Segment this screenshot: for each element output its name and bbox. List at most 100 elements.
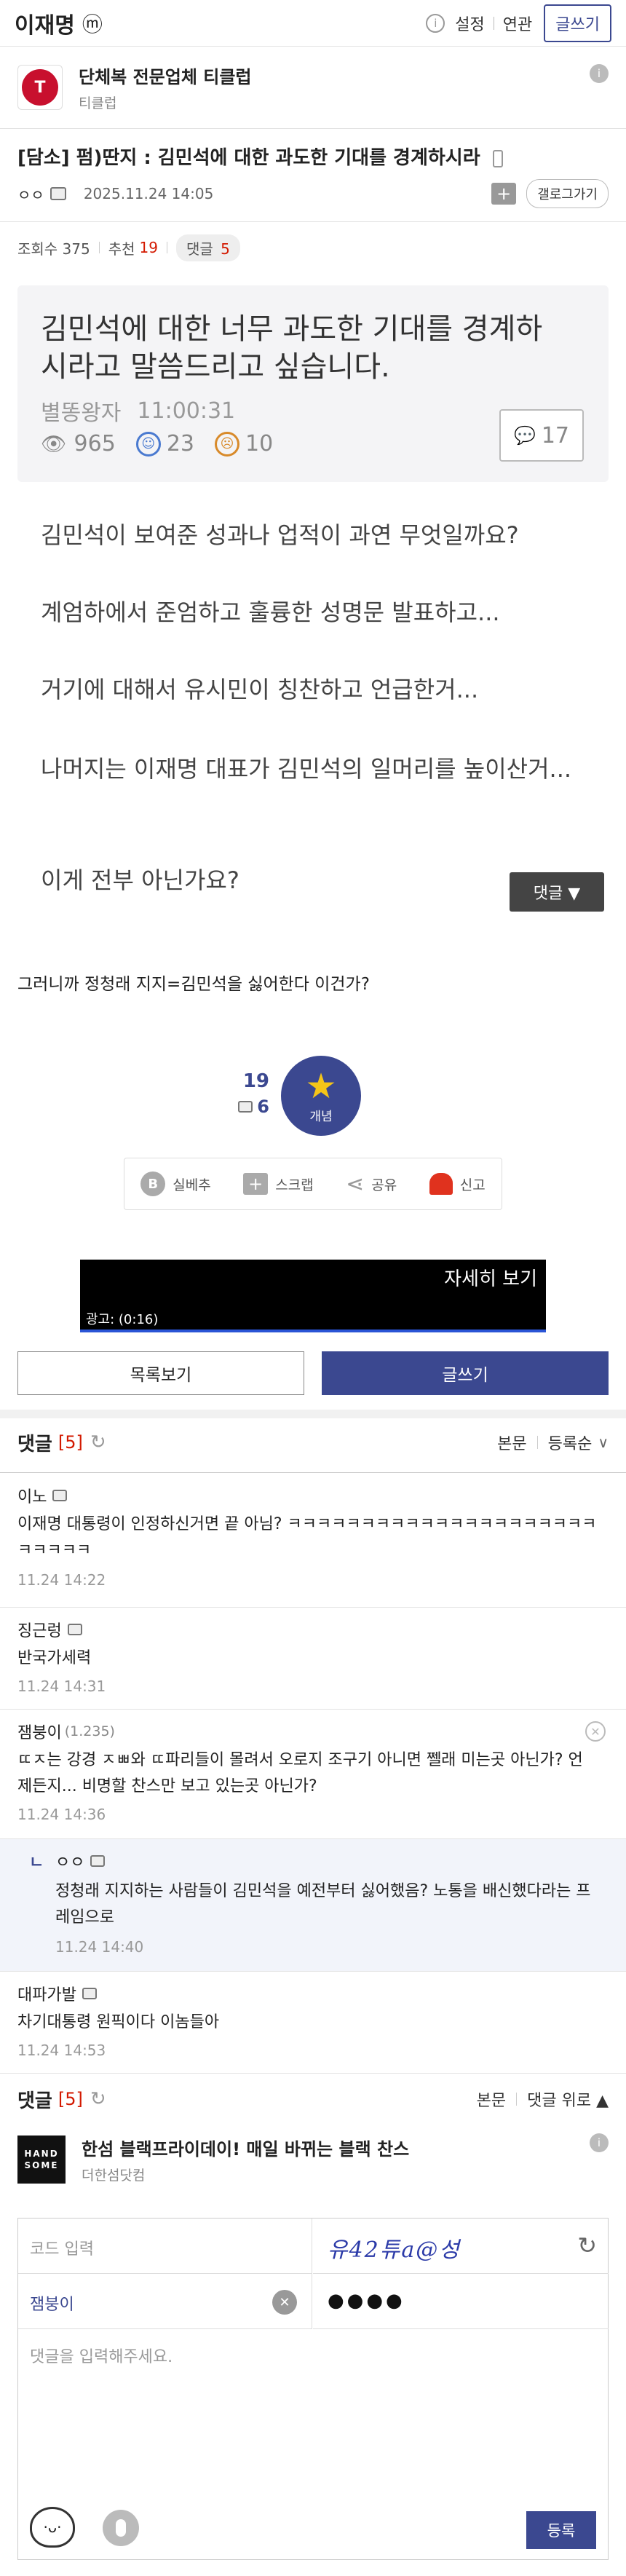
scroll-to-comments-link[interactable]: 댓글 위로 ▲ — [527, 2087, 609, 2111]
share-label: 공유 — [371, 1177, 397, 1193]
comment-item: 징근렁 반국가세력 11.24 14:31 — [0, 1608, 626, 1710]
comments-label: 댓글 — [17, 2090, 52, 2112]
embed-views: 965 — [74, 431, 116, 457]
gallog-icon[interactable] — [67, 1624, 82, 1635]
comment-item: 대파가발 차기대통령 원픽이다 이놈들아 11.24 14:53 — [0, 1972, 626, 2074]
clear-icon[interactable]: ✕ — [272, 2290, 297, 2315]
comment-text: 차기대통령 원픽이다 이놈들아 — [17, 2013, 220, 2031]
recommend-count: 19 — [139, 239, 158, 256]
concept-label: 개념 — [309, 1109, 333, 1124]
comment-time: 11.24 14:40 — [55, 1938, 144, 1956]
embed-line-1: 김민석이 보여준 성과나 업적이 과연 무엇일까요? — [41, 521, 519, 549]
comment-form: 코드 입력 유42튜a@성 ↻ 잼붕이 ✕ ●●●● 댓글을 입력해주세요. ·… — [17, 2218, 609, 2560]
silbest-button[interactable]: B 실베추 — [140, 1172, 211, 1196]
comment-textarea[interactable]: 댓글을 입력해주세요. — [18, 2329, 609, 2497]
comments-count: [5] — [58, 1432, 83, 1453]
related-link[interactable]: 연관 — [503, 12, 532, 35]
share-icon: ⋖ — [346, 1171, 365, 1197]
ad-title[interactable]: 한섬 블랙프라이데이! 매일 바뀌는 블랙 찬스 — [82, 2135, 409, 2160]
star-icon: ★ — [305, 1065, 337, 1107]
comments-count: [5] — [58, 2089, 83, 2109]
report-button[interactable]: 신고 — [429, 1173, 486, 1195]
body-link[interactable]: 본문 — [497, 1431, 526, 1454]
comment-author[interactable]: 징근렁 — [17, 1618, 62, 1641]
top-ad[interactable]: T 단체복 전문업체 티클럽 티클럽 i — [0, 52, 626, 122]
body-link[interactable]: 본문 — [477, 2087, 506, 2111]
refresh-icon[interactable]: ↻ — [90, 1431, 106, 1453]
comment-author[interactable]: 대파가발 — [17, 1982, 76, 2005]
comment-time: 11.24 14:36 — [17, 1806, 106, 1823]
gallog-icon[interactable] — [52, 1490, 68, 1501]
password-value: ●●●● — [328, 2290, 405, 2312]
list-button[interactable]: 목록보기 — [17, 1351, 304, 1395]
best-icon: B — [140, 1172, 166, 1196]
embed-header-box: 김민석에 대한 너무 과도한 기대를 경계하시라고 말씀드리고 싶습니다. 별똥… — [17, 285, 609, 482]
password-input[interactable]: ●●●● — [313, 2274, 609, 2329]
ad-detail-link[interactable]: 자세히 보기 — [444, 1264, 537, 1291]
add-icon[interactable]: + — [491, 183, 517, 205]
dislike-icon: ☹ — [215, 431, 239, 457]
minor-gallery-icon: ⓜ — [82, 12, 103, 36]
comments-footer: 댓글 [5] ↻ 본문 댓글 위로 ▲ — [17, 2081, 609, 2117]
ad-info-icon[interactable]: i — [590, 64, 609, 83]
refresh-captcha-icon[interactable]: ↻ — [577, 2232, 597, 2259]
submit-button[interactable]: 등록 — [526, 2511, 596, 2549]
section-gap — [0, 1410, 626, 1418]
comment-count-badge[interactable]: 댓글 5 — [176, 234, 240, 261]
ad-title[interactable]: 단체복 전문업체 티클럽 — [79, 63, 252, 88]
ad-subtitle: 더한섬닷컴 — [82, 2168, 146, 2184]
dccon-icon[interactable]: ·ᴗ· — [30, 2507, 75, 2548]
comments-header: 댓글 [5] ↻ 본문 등록순 ∨ — [17, 1424, 609, 1461]
embed-dislikes: 10 — [245, 431, 274, 457]
post-stats: 조회수 375 추천 19 댓글 5 — [17, 234, 240, 261]
captcha-image: 유42튜a@성 ↻ — [313, 2219, 609, 2274]
views-count: 조회수 375 — [17, 240, 90, 258]
recommend-label: 추천 — [108, 240, 135, 258]
embed-comments: 17 — [541, 422, 570, 449]
order-select[interactable]: 등록순 — [548, 1431, 593, 1454]
scrap-button[interactable]: + 스크랩 — [243, 1173, 314, 1195]
comment-author[interactable]: 이노 — [17, 1484, 47, 1507]
chevron-down-icon[interactable]: ∨ — [598, 1434, 609, 1451]
gallog-icon[interactable] — [82, 1988, 97, 1999]
info-icon[interactable]: i — [426, 13, 445, 33]
fix-icon — [238, 1101, 253, 1113]
post-author[interactable]: ㅇㅇ — [17, 183, 44, 205]
embed-likes: 23 — [166, 431, 194, 457]
comment-time: 11.24 14:31 — [17, 1678, 106, 1695]
comment-count: 5 — [221, 240, 230, 258]
embed-comment-box: 💬 17 — [499, 409, 584, 462]
comment-ip: (1.235) — [64, 1723, 115, 1739]
delete-icon[interactable]: ✕ — [585, 1721, 606, 1742]
post-datetime: 2025.11.24 14:05 — [83, 185, 214, 202]
comment-author[interactable]: 잼붕이 — [17, 1720, 62, 1743]
gallery-name[interactable]: 이재명 — [15, 7, 75, 39]
video-ad[interactable]: 자세히 보기 광고: (0:16) — [80, 1260, 546, 1332]
refresh-icon[interactable]: ↻ — [90, 2088, 106, 2110]
embed-author: 별똥왕자 — [41, 400, 122, 426]
settings-link[interactable]: 설정 — [455, 12, 484, 35]
separator — [98, 242, 100, 253]
nickname-value: 잼붕이 — [30, 2296, 74, 2314]
comment-text: 반국가세력 — [17, 1649, 92, 1667]
gallog-icon[interactable] — [49, 187, 66, 200]
upvote-count: 19 — [242, 1070, 269, 1092]
write-button-top[interactable]: 글쓰기 — [544, 4, 611, 42]
ad-info-icon[interactable]: i — [590, 2133, 609, 2152]
share-button[interactable]: ⋖ 공유 — [346, 1172, 397, 1197]
gallog-icon[interactable] — [90, 1855, 106, 1867]
concept-button[interactable]: ★ 개념 — [281, 1056, 361, 1136]
code-input[interactable]: 코드 입력 — [18, 2219, 312, 2274]
vote-area: 19 6 ★ 개념 — [218, 1056, 408, 1143]
bottom-ad[interactable]: HAND SOME 한섬 블랙프라이데이! 매일 바뀌는 블랙 찬스 더한섬닷컴… — [0, 2130, 626, 2189]
comment-time: 11.24 14:53 — [17, 2042, 106, 2059]
fix-count: 6 — [257, 1097, 269, 1117]
write-button[interactable]: 글쓰기 — [322, 1351, 609, 1395]
embed-line-3: 거기에 대해서 유시민이 칭찬하고 언급한거... — [41, 676, 479, 703]
separator — [536, 1436, 538, 1449]
mobile-icon — [492, 149, 503, 167]
gallog-go-button[interactable]: 갤로그가기 — [526, 179, 609, 208]
comment-author[interactable]: ㅇㅇ — [55, 1849, 84, 1873]
nickname-input[interactable]: 잼붕이 ✕ — [18, 2274, 312, 2329]
microphone-icon[interactable] — [103, 2510, 139, 2546]
